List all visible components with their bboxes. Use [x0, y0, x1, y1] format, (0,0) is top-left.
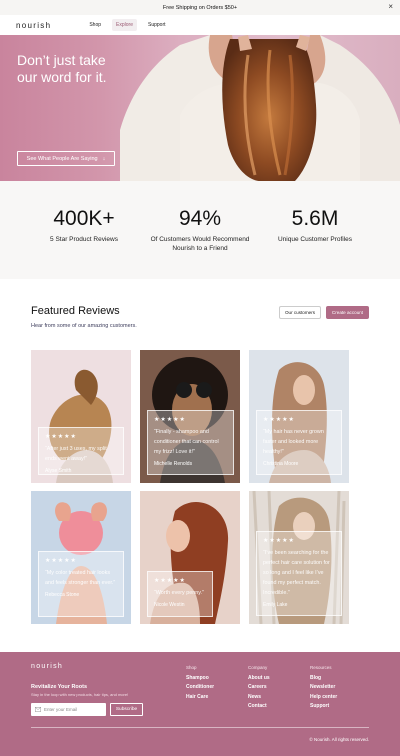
- star-rating-icon: ★★★★★: [263, 538, 295, 544]
- footer-link[interactable]: Conditioner: [186, 684, 214, 690]
- close-icon[interactable]: ×: [388, 2, 393, 12]
- star-rating-icon: ★★★★★: [154, 578, 186, 584]
- star-rating-icon: ★★★★★: [45, 558, 77, 564]
- footer-column-resources: Resources Blog Newsletter Help center Su…: [310, 665, 337, 713]
- review-overlay: ★★★★★ “I’ve been searching for the perfe…: [256, 531, 342, 616]
- hero-title: Don’t just take our word for it.: [17, 52, 107, 85]
- top-nav: nourish Shop Explore Support: [0, 15, 400, 35]
- hero-image: [120, 35, 400, 181]
- banner-text: Free Shipping on Orders $50+: [162, 4, 238, 11]
- stat-profiles: 5.6M Unique Customer Profiles: [255, 207, 375, 245]
- stat-label: Of Customers Would Recommend Nourish to …: [150, 236, 250, 252]
- stat-value: 94%: [178, 207, 222, 230]
- review-quote: “My color treated hair looks and feels s…: [45, 570, 116, 586]
- arrow-down-icon: ↓: [102, 155, 106, 162]
- stat-label: Unique Customer Profiles: [277, 236, 353, 243]
- stat-recommend: 94% Of Customers Would Recommend Nourish…: [140, 207, 260, 253]
- review-quote: “I’ve been searching for the perfect hai…: [263, 550, 330, 596]
- nav-link-explore[interactable]: Explore: [112, 19, 137, 31]
- stats-section: 400K+ 5 Star Product Reviews 94% Of Cust…: [0, 181, 400, 279]
- review-quote: “Finally - shampoo and conditioner that …: [154, 429, 219, 455]
- create-account-button[interactable]: Create account: [326, 306, 369, 319]
- nav-link-support[interactable]: Support: [144, 19, 170, 31]
- review-author: Alyse Smith: [45, 468, 72, 474]
- footer-link[interactable]: Support: [310, 703, 337, 709]
- footer-column-title: Shop: [186, 665, 197, 670]
- star-rating-icon: ★★★★★: [263, 417, 295, 423]
- review-author: Michelle Renolds: [154, 461, 193, 467]
- footer-divider: [31, 727, 369, 728]
- star-rating-icon: ★★★★★: [45, 434, 77, 440]
- section-title: Featured Reviews: [31, 305, 120, 317]
- review-overlay: ★★★★★ “My hair has never grown faster an…: [256, 410, 342, 475]
- nav-link-shop[interactable]: Shop: [85, 19, 105, 31]
- review-card: ★★★★★ “After just 3 uses, my split ends …: [31, 350, 131, 483]
- footer-link[interactable]: About us: [248, 675, 270, 681]
- stat-value: 400K+: [53, 207, 115, 230]
- review-quote: “Worth every penny.”: [154, 590, 204, 596]
- review-overlay: ★★★★★ “Worth every penny.” Nicole Westin: [147, 571, 213, 617]
- footer-link[interactable]: Hair Care: [186, 694, 214, 700]
- footer-logo[interactable]: nourish: [31, 663, 63, 670]
- footer-link[interactable]: Shampoo: [186, 675, 214, 681]
- announcement-banner: Free Shipping on Orders $50+ ×: [0, 0, 400, 15]
- footer-column-title: Company: [248, 665, 268, 670]
- review-quote: “My hair has never grown faster and look…: [263, 429, 324, 455]
- footer-column-company: Company About us Careers News Contact: [248, 665, 270, 713]
- review-quote: “After just 3 uses, my split ends went a…: [45, 446, 107, 462]
- review-author: Rebecca Stone: [45, 592, 80, 598]
- footer-link[interactable]: Contact: [248, 703, 270, 709]
- stat-value: 5.6M: [291, 207, 339, 230]
- mail-icon: [35, 707, 41, 712]
- copyright: © Nourish. All rights reserved.: [309, 737, 369, 742]
- our-customers-button[interactable]: Our customers: [279, 306, 321, 319]
- footer-link[interactable]: Blog: [310, 675, 337, 681]
- review-card: ★★★★★ “I’ve been searching for the perfe…: [249, 491, 349, 624]
- review-card: ★★★★★ “My color treated hair looks and f…: [31, 491, 131, 624]
- review-author: Emily Lake: [263, 602, 288, 608]
- review-overlay: ★★★★★ “After just 3 uses, my split ends …: [38, 427, 124, 475]
- review-card: ★★★★★ “My hair has never grown faster an…: [249, 350, 349, 483]
- see-reviews-button[interactable]: See What People Are Saying ↓: [17, 151, 115, 166]
- see-reviews-label: See What People Are Saying: [26, 155, 98, 162]
- footer-column-title: Resources: [310, 665, 332, 670]
- footer-link[interactable]: News: [248, 694, 270, 700]
- newsletter-heading: Revitalize Your Roots: [31, 684, 88, 690]
- email-field[interactable]: Enter your Email: [31, 703, 106, 716]
- newsletter-subtext: Stay in the loop with new products, hair…: [31, 692, 129, 697]
- review-overlay: ★★★★★ “Finally - shampoo and conditioner…: [147, 410, 234, 475]
- review-card: ★★★★★ “Finally - shampoo and conditioner…: [140, 350, 240, 483]
- review-author: Christina Moore: [263, 461, 299, 467]
- stat-reviews: 400K+ 5 Star Product Reviews: [24, 207, 144, 245]
- section-subtitle: Hear from some of our amazing customers.: [31, 323, 137, 329]
- review-card: ★★★★★ “Worth every penny.” Nicole Westin: [140, 491, 240, 624]
- stat-label: 5 Star Product Reviews: [50, 236, 118, 243]
- footer-link[interactable]: Help center: [310, 694, 337, 700]
- footer-column-shop: Shop Shampoo Conditioner Hair Care: [186, 665, 214, 703]
- review-author: Nicole Westin: [154, 602, 185, 608]
- footer-link[interactable]: Careers: [248, 684, 270, 690]
- star-rating-icon: ★★★★★: [154, 417, 186, 423]
- review-overlay: ★★★★★ “My color treated hair looks and f…: [38, 551, 124, 617]
- footer-link[interactable]: Newsletter: [310, 684, 337, 690]
- subscribe-button[interactable]: Subscribe: [110, 703, 143, 716]
- logo[interactable]: nourish: [16, 21, 51, 30]
- email-placeholder: Enter your Email: [44, 707, 78, 712]
